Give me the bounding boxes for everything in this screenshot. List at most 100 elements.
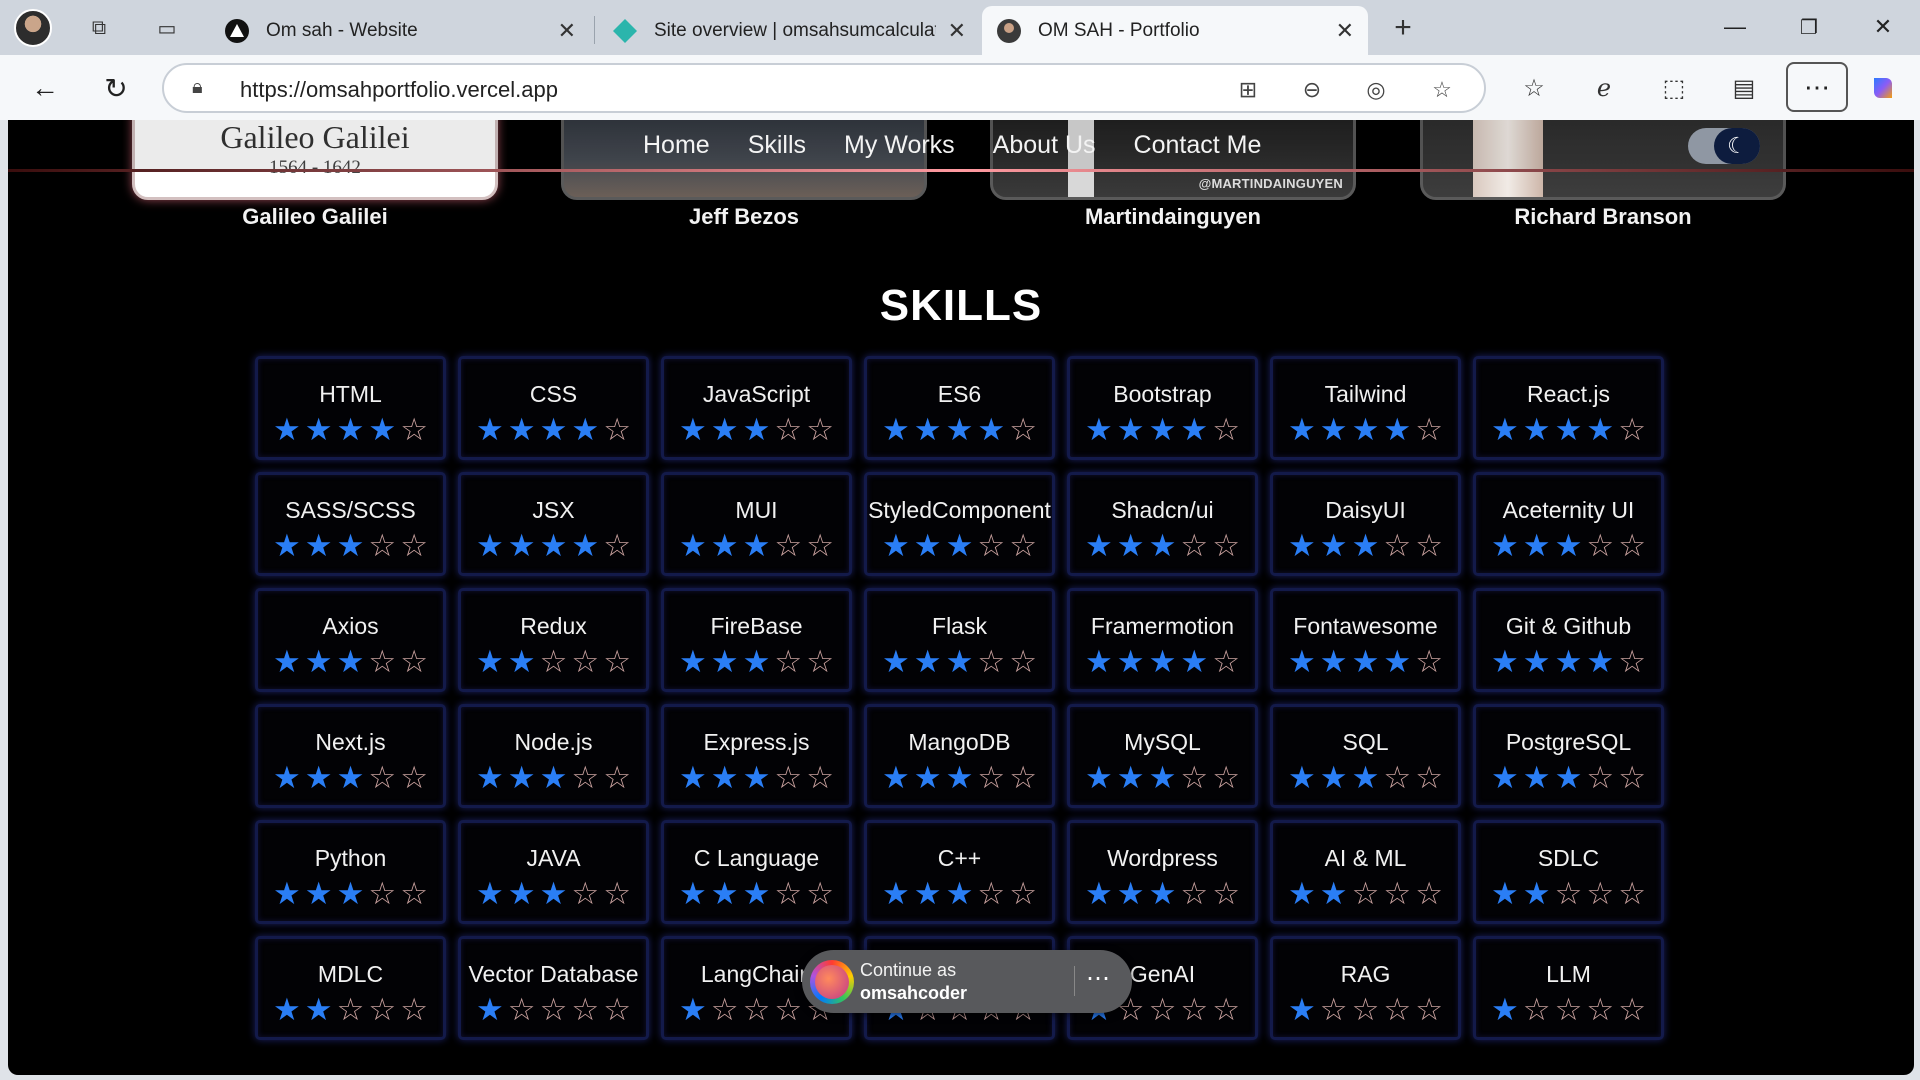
skill-name: Flask <box>932 613 987 639</box>
tab-actions-icon[interactable]: ▭ <box>150 11 184 45</box>
tab-close-icon[interactable]: ✕ <box>1336 18 1354 44</box>
workspaces-icon[interactable]: ⧉ <box>82 11 116 45</box>
star-filled-icon: ★ <box>913 412 942 447</box>
star-filled-icon: ★ <box>1491 760 1519 795</box>
skill-name: MDLC <box>317 961 384 987</box>
tab-om-sah-portfolio[interactable]: OM SAH - Portfolio ✕ <box>982 6 1368 55</box>
star-empty-icon: ☆ <box>1618 992 1646 1027</box>
nav-home[interactable]: Home <box>643 120 710 169</box>
portfolio-favicon-icon <box>996 18 1022 44</box>
tab-site-overview[interactable]: Site overview | omsahsumcalculat ✕ <box>598 6 980 55</box>
star-filled-icon: ★ <box>304 760 333 795</box>
star-filled-icon: ★ <box>913 644 942 679</box>
skill-card: DaisyUI ★ ★ ★ ☆ ☆ <box>1270 472 1461 576</box>
nav-my-works[interactable]: My Works <box>844 120 955 169</box>
minimize-icon[interactable]: — <box>1712 8 1758 46</box>
star-empty-icon: ☆ <box>806 760 834 795</box>
star-filled-icon: ★ <box>1116 412 1145 447</box>
star-filled-icon: ★ <box>710 644 739 679</box>
star-filled-icon: ★ <box>1383 412 1412 447</box>
star-filled-icon: ★ <box>1288 876 1316 911</box>
back-arrow-icon[interactable]: ← <box>25 68 65 108</box>
collections-icon[interactable]: ▤ <box>1726 70 1762 106</box>
star-empty-icon: ☆ <box>1212 876 1240 911</box>
star-empty-icon: ☆ <box>1554 992 1583 1027</box>
star-filled-icon: ★ <box>273 876 301 911</box>
skill-name: Bootstrap <box>1113 381 1212 407</box>
url-field[interactable]: 🔒︎ https://omsahportfolio.vercel.app ⊞ ⊖… <box>162 63 1486 113</box>
star-filled-icon: ★ <box>1116 876 1145 911</box>
tab-close-icon[interactable]: ✕ <box>948 18 966 44</box>
lock-icon[interactable]: 🔒︎ <box>192 76 203 99</box>
star-filled-icon: ★ <box>1522 528 1551 563</box>
restore-icon[interactable]: ❐ <box>1786 8 1832 46</box>
star-filled-icon: ★ <box>539 412 568 447</box>
skill-card: JSX ★ ★ ★ ★ ☆ <box>458 472 649 576</box>
url-text[interactable]: https://omsahportfolio.vercel.app <box>240 77 558 103</box>
screenshot-icon[interactable]: ⬚ <box>1656 70 1692 106</box>
star-filled-icon: ★ <box>304 528 333 563</box>
skill-rating: ★ ★ ★ ☆ ☆ <box>664 528 849 563</box>
star-filled-icon: ★ <box>507 876 536 911</box>
new-tab-icon[interactable]: + <box>1386 11 1420 45</box>
skill-card: RAG ★ ☆ ☆ ☆ ☆ <box>1270 936 1461 1040</box>
star-empty-icon: ☆ <box>1618 528 1646 563</box>
star-empty-icon: ☆ <box>400 876 428 911</box>
account-username: omsahcoder <box>860 983 968 1003</box>
star-filled-icon: ★ <box>1288 528 1316 563</box>
skill-rating: ★ ★ ★ ★ ☆ <box>461 528 646 563</box>
star-filled-icon: ★ <box>304 992 333 1027</box>
star-filled-icon: ★ <box>1085 760 1113 795</box>
star-filled-icon: ★ <box>882 760 910 795</box>
profile-avatar[interactable] <box>14 9 52 47</box>
skill-card: Tailwind ★ ★ ★ ★ ☆ <box>1270 356 1461 460</box>
star-filled-icon: ★ <box>679 876 707 911</box>
nav-contact-me[interactable]: Contact Me <box>1134 120 1262 169</box>
star-filled-icon: ★ <box>679 528 707 563</box>
star-filled-icon: ★ <box>1383 644 1412 679</box>
nav-about-us[interactable]: About Us <box>993 120 1096 169</box>
skill-name: Axios <box>322 613 379 639</box>
skill-rating: ★ ★ ★ ★ ☆ <box>1070 646 1255 677</box>
continue-as-popup[interactable]: Continue as omsahcoder ⋯ <box>802 950 1132 1013</box>
skill-card: SDLC ★ ★ ☆ ☆ ☆ <box>1473 820 1664 924</box>
star-filled-icon: ★ <box>304 412 333 447</box>
star-filled-icon: ★ <box>1085 876 1113 911</box>
copilot-icon[interactable] <box>1866 70 1902 106</box>
favorite-star-icon[interactable]: ☆ <box>1426 74 1458 106</box>
theme-toggle[interactable]: ☾ <box>1688 128 1760 164</box>
refresh-icon[interactable]: ↻ <box>96 68 136 108</box>
skill-card: Redux ★ ★ ☆ ☆ ☆ <box>458 588 649 692</box>
star-filled-icon: ★ <box>1085 412 1113 447</box>
tab-om-sah-website[interactable]: Om sah - Website ✕ <box>210 6 590 55</box>
tracking-prevention-icon[interactable]: ◎ <box>1360 74 1392 106</box>
star-empty-icon: ☆ <box>1618 760 1646 795</box>
zoom-out-icon[interactable]: ⊖ <box>1296 74 1328 106</box>
favorites-icon[interactable]: ☆ <box>1516 70 1552 106</box>
skill-rating: ★ ★ ★ ☆ ☆ <box>1070 760 1255 795</box>
skill-card: FireBase ★ ★ ★ ☆ ☆ <box>661 588 852 692</box>
skill-card: Fontawesome ★ ★ ★ ★ ☆ <box>1270 588 1461 692</box>
star-empty-icon: ☆ <box>1180 876 1209 911</box>
star-empty-icon: ☆ <box>368 992 397 1027</box>
skill-card: Wordpress ★ ★ ★ ☆ ☆ <box>1067 820 1258 924</box>
tab-close-icon[interactable]: ✕ <box>558 18 576 44</box>
star-filled-icon: ★ <box>710 876 739 911</box>
portrait-handle: @MARTINDAINGUYEN <box>1198 176 1343 191</box>
more-options-icon[interactable]: ⋯ <box>1786 62 1848 112</box>
popup-more-icon[interactable]: ⋯ <box>1086 964 1110 993</box>
skill-rating: ★ ★ ★ ☆ ☆ <box>867 760 1052 795</box>
app-available-icon[interactable]: ⊞ <box>1232 74 1264 106</box>
star-filled-icon: ★ <box>539 528 568 563</box>
star-empty-icon: ☆ <box>507 992 536 1027</box>
window-close-icon[interactable]: ✕ <box>1860 8 1906 46</box>
star-filled-icon: ★ <box>742 412 771 447</box>
continue-as-label: Continue as <box>860 960 957 980</box>
nav-skills[interactable]: Skills <box>748 120 806 169</box>
skill-card: MUI ★ ★ ★ ☆ ☆ <box>661 472 852 576</box>
edge-bar-icon[interactable]: ℯ <box>1586 70 1622 106</box>
star-empty-icon: ☆ <box>368 876 397 911</box>
star-empty-icon: ☆ <box>368 760 397 795</box>
star-filled-icon: ★ <box>1522 644 1551 679</box>
star-empty-icon: ☆ <box>1180 528 1209 563</box>
